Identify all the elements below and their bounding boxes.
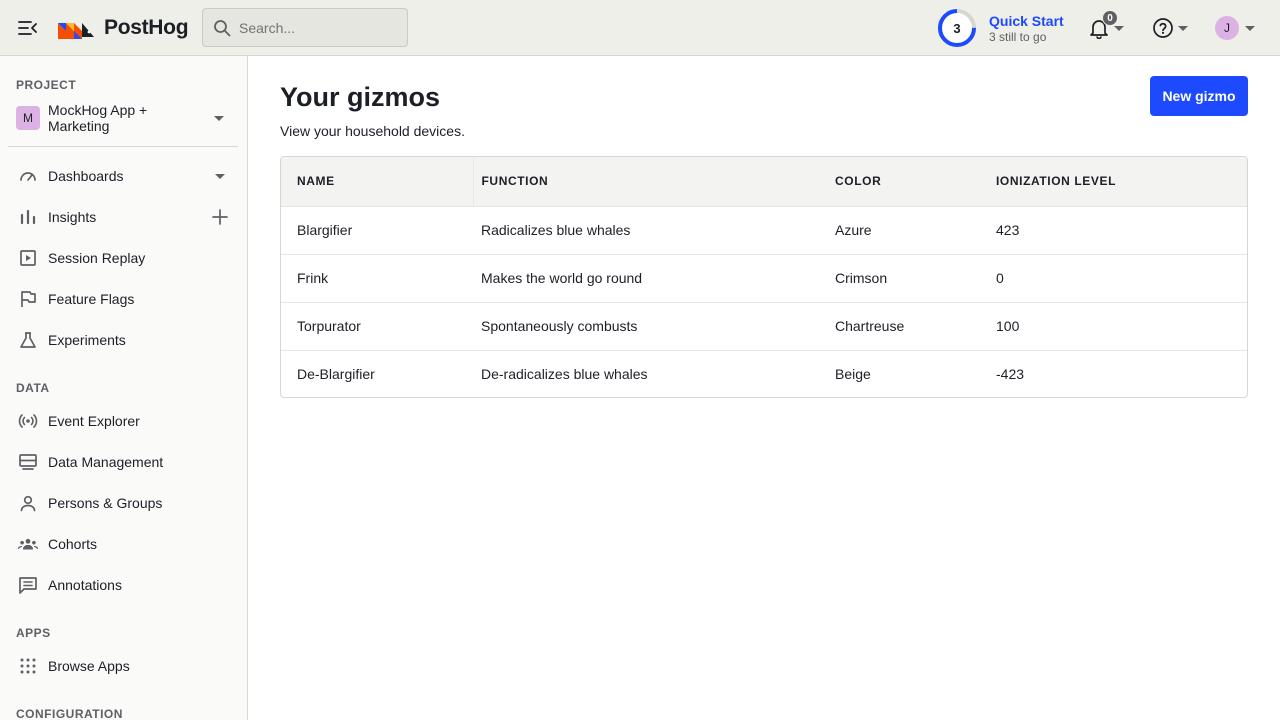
cell-color: Beige bbox=[835, 366, 871, 383]
sidebar-item-experiments[interactable]: Experiments bbox=[8, 322, 238, 358]
notifications-button[interactable]: 0 bbox=[1088, 10, 1132, 42]
column-header-name[interactable]: NAME bbox=[281, 157, 473, 207]
project-switcher[interactable]: M MockHog App + Marketing bbox=[8, 96, 238, 140]
configuration-section-label: CONFIGURATION bbox=[16, 707, 123, 720]
apps-grid-icon bbox=[18, 656, 38, 676]
notification-count-badge: 0 bbox=[1102, 10, 1118, 26]
page-subtitle: View your household devices. bbox=[280, 123, 465, 139]
sidebar-item-label: Cohorts bbox=[48, 536, 98, 552]
cell-ionization: 100 bbox=[980, 302, 1247, 351]
chevron-down-icon bbox=[1245, 25, 1255, 31]
database-icon bbox=[18, 452, 38, 472]
insights-icon bbox=[18, 207, 38, 227]
top-bar: PostHog 3 Quick Start 3 still to go 0 J bbox=[0, 0, 1280, 56]
sidebar-item-data-management[interactable]: Data Management bbox=[8, 444, 238, 480]
table-row[interactable]: Torpurator Spontaneously combusts Chartr… bbox=[281, 302, 1247, 351]
posthog-logo[interactable]: PostHog bbox=[58, 14, 189, 42]
column-header-ionization-level[interactable]: IONIZATION LEVEL bbox=[980, 157, 1247, 207]
plus-icon[interactable] bbox=[212, 209, 228, 225]
quick-start-title: Quick Start bbox=[989, 13, 1064, 29]
search-box[interactable] bbox=[202, 8, 408, 47]
sidebar-item-session-replay[interactable]: Session Replay bbox=[8, 240, 238, 276]
annotation-icon bbox=[18, 575, 38, 595]
gizmos-table: NAME FUNCTION COLOR IONIZATION LEVEL Bla… bbox=[280, 156, 1248, 398]
data-section-label: DATA bbox=[16, 381, 50, 395]
table-row[interactable]: Frink Makes the world go round Crimson 0 bbox=[281, 254, 1247, 303]
session-replay-icon bbox=[18, 248, 38, 268]
sidebar-item-label: Experiments bbox=[48, 332, 126, 348]
chevron-down-icon bbox=[1114, 25, 1124, 31]
quick-start-button[interactable]: 3 Quick Start 3 still to go bbox=[937, 7, 1064, 49]
search-input[interactable] bbox=[239, 19, 389, 36]
sidebar-item-label: Insights bbox=[48, 209, 97, 225]
quick-start-progress-ring: 3 bbox=[937, 8, 977, 48]
column-header-function[interactable]: FUNCTION bbox=[472, 157, 819, 207]
sidebar-item-label: Persons & Groups bbox=[48, 495, 163, 511]
sidebar: PROJECT M MockHog App + Marketing Dashbo… bbox=[0, 56, 248, 720]
avatar: J bbox=[1215, 16, 1239, 40]
cell-function: De-radicalizes blue whales bbox=[481, 366, 648, 383]
project-name: MockHog App + Marketing bbox=[48, 102, 148, 134]
sidebar-item-browse-apps[interactable]: Browse Apps bbox=[8, 648, 238, 684]
flag-icon bbox=[18, 289, 38, 309]
cell-color: Chartreuse bbox=[819, 302, 980, 351]
cell-name: Frink bbox=[281, 254, 473, 303]
table-header-row: NAME FUNCTION COLOR IONIZATION LEVEL bbox=[281, 157, 1247, 207]
cell-function: Spontaneously combusts bbox=[473, 302, 819, 351]
quick-start-subtitle: 3 still to go bbox=[989, 30, 1047, 44]
cell-name: Blargifier bbox=[281, 206, 473, 255]
cell-function: Makes the world go round bbox=[473, 254, 819, 303]
cell-ionization: 423 bbox=[980, 206, 1247, 255]
sidebar-item-annotations[interactable]: Annotations bbox=[8, 567, 238, 603]
cell-name: Torpurator bbox=[281, 302, 473, 351]
cell-name: De-Blargifier bbox=[297, 366, 375, 383]
sidebar-item-insights[interactable]: Insights bbox=[8, 199, 238, 235]
sidebar-item-event-explorer[interactable]: Event Explorer bbox=[8, 403, 238, 439]
cell-function: Radicalizes blue whales bbox=[473, 206, 819, 255]
page-title: Your gizmos bbox=[280, 82, 441, 112]
quick-start-count: 3 bbox=[953, 20, 961, 36]
main-content: Your gizmos View your household devices.… bbox=[248, 56, 1280, 720]
cell-color: Azure bbox=[819, 206, 980, 255]
sidebar-item-feature-flags[interactable]: Feature Flags bbox=[8, 281, 238, 317]
sidebar-item-label: Browse Apps bbox=[48, 658, 130, 674]
new-gizmo-button[interactable]: New gizmo bbox=[1150, 76, 1248, 116]
sidebar-item-label: Dashboards bbox=[48, 168, 124, 184]
cell-color: Crimson bbox=[819, 254, 980, 303]
brand-name: PostHog bbox=[104, 16, 189, 39]
project-section-label: PROJECT bbox=[16, 78, 77, 92]
cell-ionization: -423 bbox=[996, 366, 1025, 383]
sidebar-item-label: Annotations bbox=[48, 577, 122, 593]
dashboard-icon bbox=[18, 166, 38, 186]
posthog-hedgehog-icon bbox=[58, 23, 94, 39]
chevron-down-icon[interactable] bbox=[212, 168, 228, 184]
column-header-color[interactable]: COLOR bbox=[819, 157, 980, 207]
sidebar-item-cohorts[interactable]: Cohorts bbox=[8, 526, 238, 562]
person-icon bbox=[18, 493, 38, 513]
table-row[interactable]: De-Blargifier De-radicalizes blue whales… bbox=[281, 350, 1247, 397]
help-icon bbox=[1153, 18, 1173, 38]
flask-icon bbox=[18, 330, 38, 350]
sidebar-item-persons-groups[interactable]: Persons & Groups bbox=[8, 485, 238, 521]
table-row[interactable]: Blargifier Radicalizes blue whales Azure… bbox=[281, 206, 1247, 255]
sidebar-item-label: Data Management bbox=[48, 454, 164, 470]
menu-toggle-icon[interactable] bbox=[16, 16, 40, 40]
sidebar-item-label: Event Explorer bbox=[48, 413, 140, 429]
sidebar-divider bbox=[8, 146, 238, 147]
project-badge: M bbox=[16, 106, 40, 130]
chevron-down-icon bbox=[214, 116, 224, 121]
sidebar-item-label: Session Replay bbox=[48, 250, 146, 266]
chevron-down-icon bbox=[1178, 25, 1188, 31]
sidebar-item-label: Feature Flags bbox=[48, 291, 135, 307]
apps-section-label: APPS bbox=[16, 626, 51, 640]
search-icon bbox=[214, 19, 231, 36]
sidebar-item-dashboards[interactable]: Dashboards bbox=[8, 158, 238, 194]
cohorts-icon bbox=[18, 534, 38, 554]
cell-ionization: 0 bbox=[980, 254, 1247, 303]
broadcast-icon bbox=[18, 411, 38, 431]
help-button[interactable] bbox=[1152, 14, 1196, 42]
user-menu-button[interactable]: J bbox=[1215, 14, 1261, 42]
